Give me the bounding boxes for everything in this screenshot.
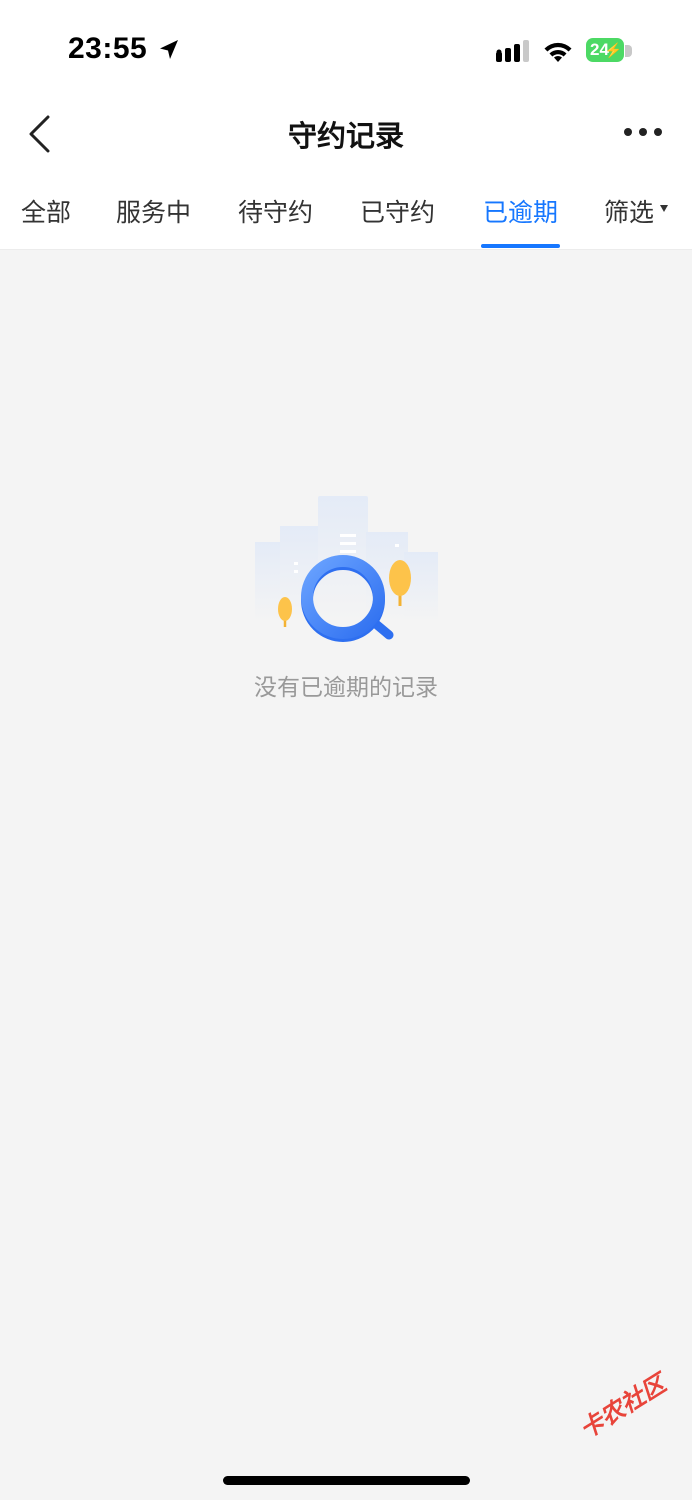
status-time: 23:55	[68, 32, 148, 65]
tab-all[interactable]: 全部	[21, 193, 71, 229]
wifi-icon	[544, 42, 572, 62]
more-options-icon[interactable]	[622, 124, 664, 140]
tab-filter[interactable]: 筛选	[604, 193, 654, 229]
location-arrow-icon	[160, 40, 178, 59]
tab-pending[interactable]: 待守约	[238, 193, 313, 229]
tab-fulfilled[interactable]: 已守约	[360, 193, 435, 229]
active-tab-indicator	[481, 244, 560, 248]
empty-search-illustration	[255, 496, 438, 642]
home-indicator[interactable]	[223, 1476, 470, 1485]
charging-bolt-icon: ⚡	[604, 42, 622, 58]
watermark-logo: 卡农社区	[571, 1364, 671, 1445]
tab-overdue[interactable]: 已逾期	[483, 193, 558, 229]
empty-state-message: 没有已逾期的记录	[254, 675, 438, 701]
tab-in-service[interactable]: 服务中	[116, 193, 191, 229]
header: 23:55 24 ⚡ 守约记录 全部 服务中 待守约 已守约 已逾期 筛选	[0, 0, 692, 250]
battery-icon: 24 ⚡	[586, 38, 624, 62]
cellular-signal-icon	[496, 40, 529, 62]
battery-cap	[625, 45, 632, 57]
filter-dropdown-icon[interactable]	[660, 205, 668, 212]
watermark-text: 卡农社区	[574, 1369, 671, 1445]
page-title: 守约记录	[287, 119, 404, 153]
